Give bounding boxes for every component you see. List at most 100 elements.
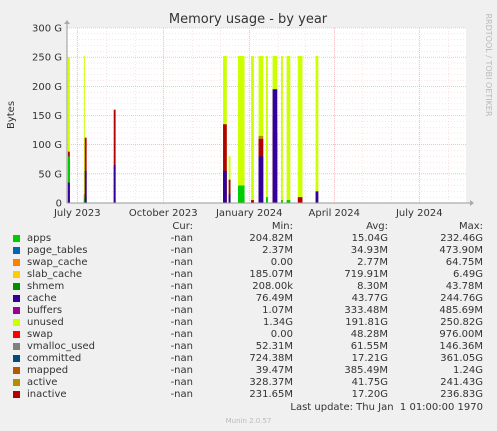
area-segment-cache: [228, 194, 231, 203]
legend-row-apps: apps -nan 204.82M 15.04G 232.46G: [0, 233, 497, 245]
y-tick-label: 250 G: [32, 53, 62, 64]
legend-avg: 61.55M: [350, 341, 388, 352]
legend-label: page_tables: [27, 245, 88, 256]
legend-row-swap_cache: swap_cache -nan 0.00 2.77M 64.75M: [0, 257, 497, 269]
legend-avg: 8.30M: [357, 281, 388, 292]
legend-label: buffers: [27, 305, 63, 316]
legend-min: 1.07M: [262, 305, 293, 316]
watermark: RRDTOOL / TOBI OETIKER: [484, 13, 493, 116]
legend-cur: -nan: [170, 317, 193, 328]
legend-row-cache: cache -nan 76.49M 43.77G 244.76G: [0, 293, 497, 305]
legend-max: 146.36M: [439, 341, 483, 352]
area-segment-cache: [67, 182, 70, 203]
legend-max: 6.49G: [452, 269, 483, 280]
legend-max: 361.05G: [440, 353, 483, 364]
area-segment-cache: [272, 89, 278, 203]
area-segment-unused: [297, 56, 303, 203]
legend-label: slab_cache: [27, 269, 83, 280]
legend-cur: -nan: [170, 341, 193, 352]
legend-avg: 333.48M: [344, 305, 388, 316]
legend-avg: 17.20G: [351, 389, 388, 400]
legend-label: inactive: [27, 389, 67, 400]
legend-swatch: [13, 319, 20, 326]
x-tick-label: July 2023: [53, 208, 101, 219]
legend-swatch: [13, 247, 20, 254]
legend-max: 64.75M: [445, 257, 483, 268]
munin-version: Munin 2.0.57: [225, 417, 272, 425]
area-segment-cache: [84, 170, 87, 203]
legend-swatch: [13, 271, 20, 278]
legend-swatch: [13, 331, 20, 338]
legend-avg: 48.28M: [350, 329, 388, 340]
legend-label: mapped: [27, 365, 69, 376]
legend-cur: -nan: [170, 377, 193, 388]
legend-max: 250.82G: [440, 317, 483, 328]
legend-max: 244.76G: [440, 293, 483, 304]
legend-cur: -nan: [170, 305, 193, 316]
legend-row-shmem: shmem -nan 208.00k 8.30M 43.78M: [0, 281, 497, 293]
legend-label: swap_cache: [27, 257, 88, 268]
legend-min: 0.00: [270, 329, 293, 340]
legend-max: 1.24G: [452, 365, 483, 376]
legend-cur: -nan: [170, 353, 193, 364]
legend-max: 473.90M: [439, 245, 483, 256]
legend-row-committed: committed -nan 724.38M 17.21G 361.05G: [0, 353, 497, 365]
legend-cur: -nan: [170, 245, 193, 256]
area-segment-unused: [286, 56, 291, 203]
y-axis-label: Bytes: [6, 101, 17, 129]
legend-label: cache: [27, 293, 57, 304]
legend-row-active: active -nan 328.37M 41.75G 241.43G: [0, 377, 497, 389]
legend-label: swap: [27, 329, 53, 340]
chart-title: Memory usage - by year: [169, 12, 328, 27]
legend-cur: -nan: [170, 389, 193, 400]
legend-cur: -nan: [170, 269, 193, 280]
y-tick-label: 200 G: [32, 82, 62, 93]
area-segment-unused: [251, 56, 254, 203]
legend-min: 76.49M: [255, 293, 293, 304]
legend-max: 236.83G: [440, 389, 483, 400]
legend-min: 2.37M: [262, 245, 293, 256]
legend-avg: 719.91M: [344, 269, 388, 280]
x-tick-label: January 2024: [215, 208, 283, 219]
legend-max: 232.46G: [440, 233, 483, 244]
area-segment-unused: [315, 56, 319, 203]
legend-min: 1.34G: [262, 317, 293, 328]
legend-avg: 43.77G: [351, 293, 388, 304]
legend-min: 204.82M: [249, 233, 293, 244]
x-tick-label: October 2023: [129, 208, 198, 219]
area-segment-cache: [113, 165, 116, 203]
legend-swatch: [13, 391, 20, 398]
legend-row-swap: swap -nan 0.00 48.28M 976.00M: [0, 329, 497, 341]
area-segment-cache: [315, 191, 319, 203]
area-segment-unused: [280, 56, 283, 203]
legend-min: 724.38M: [249, 353, 293, 364]
legend-label: apps: [27, 233, 52, 244]
legend-cur: -nan: [170, 365, 193, 376]
legend-cur: -nan: [170, 329, 193, 340]
y-tick-label: 100 G: [32, 140, 62, 151]
legend-row-page_tables: page_tables -nan 2.37M 34.93M 473.90M: [0, 245, 497, 257]
legend-header-cur: Cur:: [172, 221, 193, 232]
area-segment-cache: [223, 170, 227, 203]
y-tick-label: 50 G: [38, 169, 62, 180]
legend-avg: 2.77M: [357, 257, 388, 268]
area-segment-unused: [266, 56, 268, 203]
x-tick-label: July 2024: [395, 208, 443, 219]
legend-cur: -nan: [170, 257, 193, 268]
legend-row-vmalloc_used: vmalloc_used -nan 52.31M 61.55M 146.36M: [0, 341, 497, 353]
legend-avg: 17.21G: [351, 353, 388, 364]
area-segment-unused: [238, 56, 245, 203]
legend-swatch: [13, 343, 20, 350]
y-tick-label: 150 G: [32, 111, 62, 122]
legend-label: shmem: [27, 281, 65, 292]
legend-swatch: [13, 379, 20, 386]
area-segment-unused: [83, 56, 85, 203]
area-segment-apps: [238, 185, 245, 203]
area-segment-cache: [258, 156, 264, 203]
legend-header-max: Max:: [458, 221, 483, 232]
legend-label: committed: [27, 353, 82, 364]
legend-label: active: [27, 377, 58, 388]
legend-label: vmalloc_used: [27, 341, 96, 352]
legend-header: Cur: Min: Avg: Max:: [0, 221, 497, 233]
legend-swatch: [13, 367, 20, 374]
